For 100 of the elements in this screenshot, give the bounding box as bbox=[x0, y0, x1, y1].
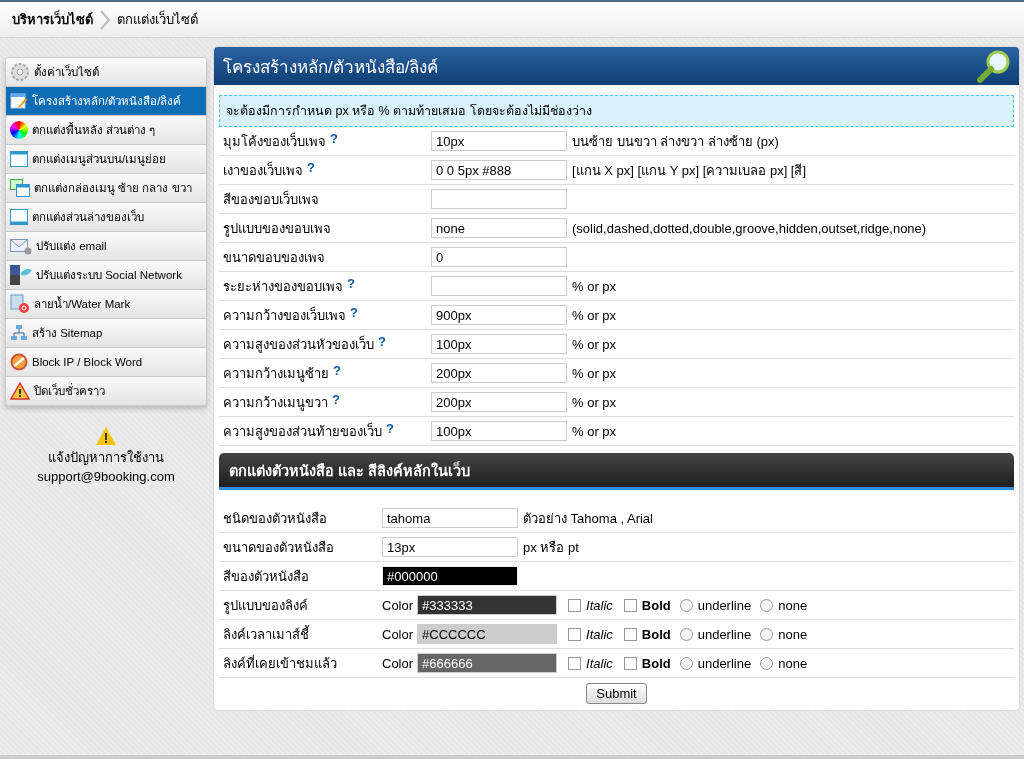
none-radio[interactable] bbox=[760, 627, 774, 641]
field-hint: % or px bbox=[572, 278, 617, 294]
notice-box: จะต้องมีการกำหนด px หรือ % ตามท้ายเสมอ โดยจะต้องไม่มีช่องว่าง bbox=[219, 95, 1014, 127]
underline-radio[interactable] bbox=[679, 627, 693, 641]
checkbox-label: Italic bbox=[586, 597, 613, 613]
input-field[interactable]: 100px bbox=[431, 334, 567, 354]
bold-checkbox[interactable] bbox=[623, 598, 637, 612]
checkbox-label: Bold bbox=[641, 597, 671, 613]
input-field[interactable]: tahoma bbox=[382, 508, 518, 528]
color-field[interactable]: #000000 bbox=[382, 566, 518, 586]
chevron-icon bbox=[99, 9, 111, 30]
field-hint: % or px bbox=[572, 394, 617, 410]
italic-checkbox[interactable] bbox=[568, 627, 582, 641]
checkbox-label: Bold bbox=[641, 626, 671, 642]
checkbox-label: Italic bbox=[586, 626, 613, 642]
field-hint: % or px bbox=[572, 336, 617, 352]
none-radio[interactable] bbox=[760, 656, 774, 670]
field-label: สีของขอบเว็บเพจ bbox=[223, 189, 319, 209]
help-link[interactable]: ? bbox=[332, 391, 340, 413]
field-label: Color bbox=[382, 655, 414, 671]
section-header: ตกแต่งตัวหนังสือ และ สีลิงค์หลักในเว็บ bbox=[219, 453, 1014, 490]
checkbox-label: Italic bbox=[586, 655, 613, 671]
sidebar-item[interactable]: ปิดเว็บชั่วคราว bbox=[6, 377, 206, 405]
input-field[interactable]: 0 0 5px #888 bbox=[431, 160, 567, 180]
field-label: ลิงค์ที่เคยเข้าชมแล้ว bbox=[223, 655, 337, 671]
field-label: มุมโค้งของเว็บเพจ bbox=[223, 131, 326, 152]
radio-label: none bbox=[778, 655, 808, 671]
color-field[interactable]: #333333 bbox=[417, 595, 558, 615]
color-wheel-icon bbox=[10, 121, 28, 139]
italic-checkbox[interactable] bbox=[568, 598, 582, 612]
help-link[interactable]: ? bbox=[386, 420, 394, 442]
help-link[interactable]: ? bbox=[307, 159, 315, 181]
sidebar-item[interactable]: ตกแต่งส่วนล่างของเว็บ bbox=[6, 203, 206, 232]
input-field[interactable]: 200px bbox=[431, 392, 567, 412]
magnifier-icon bbox=[977, 49, 1011, 83]
input-field[interactable]: 200px bbox=[431, 363, 567, 383]
color-field[interactable]: #666666 bbox=[417, 653, 558, 673]
field-label: ความกว้างของเว็บเพจ bbox=[223, 305, 346, 325]
field-label: ขนาดขอบของเพจ bbox=[223, 248, 325, 267]
bold-checkbox[interactable] bbox=[623, 656, 637, 670]
sidebar-item[interactable]: ตกแต่งเมนูส่วนบน/เมนูย่อย bbox=[6, 145, 206, 174]
field-label: ระยะห่างของขอบเพจ bbox=[223, 277, 343, 296]
none-radio[interactable] bbox=[760, 598, 774, 612]
field-hint: px หรือ pt bbox=[523, 538, 579, 557]
breadcrumb-link[interactable]: ตกแต่งเว็บไซต์ bbox=[117, 9, 198, 30]
field-hint: [แกน X px] [แกน Y px] [ความเบลอ px] [สี] bbox=[572, 161, 807, 180]
field-label: ความกว้างเมนูซ้าย bbox=[223, 364, 329, 384]
input-field[interactable]: 0 bbox=[431, 247, 567, 267]
underline-radio[interactable] bbox=[679, 598, 693, 612]
field-hint: ตัวอย่าง Tahoma , Arial bbox=[523, 509, 653, 528]
help-link[interactable]: ? bbox=[350, 304, 358, 326]
bold-checkbox[interactable] bbox=[623, 627, 637, 641]
checkbox-label: Bold bbox=[641, 655, 671, 671]
field-label: ขนาดของตัวหนังสือ bbox=[223, 539, 334, 555]
breadcrumb-link[interactable]: บริหารเว็บไซต์ bbox=[12, 9, 93, 30]
sidebar-item[interactable]: ปรับแต่ง email bbox=[6, 232, 206, 261]
help-link[interactable]: ? bbox=[330, 130, 338, 152]
window-icon bbox=[10, 208, 28, 226]
help-link[interactable]: ? bbox=[333, 362, 341, 384]
sidebar-item[interactable]: ตกแต่งกล่องเมนู ซ้าย กลาง ขวา bbox=[6, 174, 206, 203]
sidebar-item[interactable]: ปรับแต่งระบบ Social Network bbox=[6, 261, 206, 290]
support-text: แจ้งปัญหาการใช้งาน bbox=[48, 449, 164, 467]
sidebar-item[interactable]: ตกแต่งพื้นหลัง ส่วนต่าง ๆ bbox=[6, 116, 206, 145]
form-edit-icon bbox=[10, 92, 28, 110]
sitemap-icon bbox=[10, 324, 28, 342]
envelope-icon bbox=[10, 237, 32, 255]
panel-title: โครงสร้างหลัก/ตัวหนังสือ/ลิงค์ bbox=[223, 56, 439, 79]
sidebar-item[interactable]: โครงสร้างหลัก/ตัวหนังสือ/ลิงค์ bbox=[6, 87, 206, 116]
input-field[interactable]: 100px bbox=[431, 421, 567, 441]
field-label: ความสูงของส่วนหัวของเว็บ bbox=[223, 334, 374, 355]
social-icons bbox=[10, 265, 32, 285]
warning-icon bbox=[95, 426, 117, 446]
input-field[interactable]: none bbox=[431, 218, 567, 238]
field-label: เงาของเว็บเพจ bbox=[223, 160, 303, 180]
field-label: Color bbox=[382, 597, 414, 613]
sidebar-item[interactable]: Block IP / Block Word bbox=[6, 348, 206, 377]
field-label: รูปแบบของลิงค์ bbox=[223, 597, 308, 613]
field-label: สีของตัวหนังสือ bbox=[223, 568, 309, 584]
support-email[interactable]: support@9booking.com bbox=[37, 469, 175, 484]
input-field[interactable] bbox=[431, 189, 567, 209]
field-hint: (solid,dashed,dotted,double,groove,hidden,outset,ridge,none) bbox=[572, 220, 927, 236]
sidebar-item[interactable]: สร้าง Sitemap bbox=[6, 319, 206, 348]
help-link[interactable]: ? bbox=[378, 333, 386, 355]
submit-button[interactable]: Submit bbox=[586, 683, 647, 704]
sidebar-item[interactable]: ลายน้ำ/Water Mark bbox=[6, 290, 206, 319]
radio-label: underline bbox=[697, 597, 752, 613]
window-icon bbox=[10, 150, 28, 168]
input-field[interactable]: 13px bbox=[382, 537, 518, 557]
input-field[interactable]: 10px bbox=[431, 131, 567, 151]
color-field[interactable]: #CCCCCC bbox=[417, 624, 558, 644]
field-label: ความสูงของส่วนท้ายของเว็บ bbox=[223, 421, 382, 442]
warning-icon bbox=[10, 382, 30, 400]
underline-radio[interactable] bbox=[679, 656, 693, 670]
gear-icon bbox=[10, 62, 30, 82]
italic-checkbox[interactable] bbox=[568, 656, 582, 670]
sidebar-item[interactable]: ตั้งค่าเว็บไซต์ bbox=[6, 58, 206, 87]
input-field[interactable] bbox=[431, 276, 567, 296]
input-field[interactable]: 900px bbox=[431, 305, 567, 325]
help-link[interactable]: ? bbox=[347, 275, 355, 297]
field-label: ชนิดของตัวหนังสือ bbox=[223, 510, 327, 526]
